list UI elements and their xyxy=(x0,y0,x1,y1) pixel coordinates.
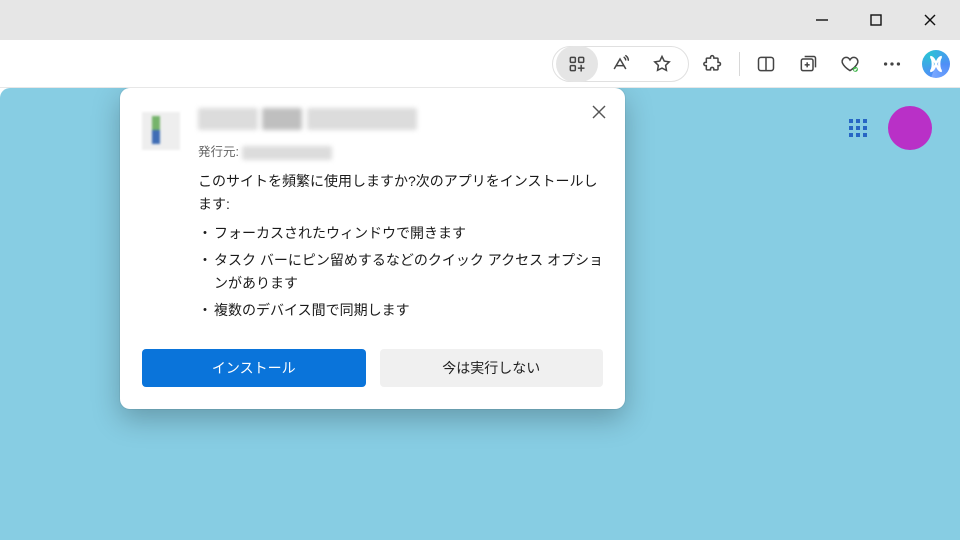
publisher-redacted xyxy=(242,146,332,160)
popup-bullet: フォーカスされたウィンドウで開きます xyxy=(198,222,603,245)
popup-body: このサイトを頻繁に使用しますか?次のアプリをインストールします: フォーカスされ… xyxy=(198,170,603,323)
split-screen-icon xyxy=(756,54,776,74)
user-avatar[interactable] xyxy=(888,106,932,150)
browser-toolbar xyxy=(0,40,960,88)
toolbar-right-group xyxy=(693,46,950,82)
popup-description: このサイトを頻繁に使用しますか?次のアプリをインストールします: xyxy=(198,170,603,216)
page-header-actions xyxy=(848,106,932,150)
close-icon xyxy=(923,13,937,27)
install-app-button[interactable] xyxy=(556,46,598,82)
popup-bullet-list: フォーカスされたウィンドウで開きます タスク バーにピン留めするなどのクイック … xyxy=(198,222,603,322)
heartbeat-icon xyxy=(840,54,860,74)
read-aloud-button[interactable] xyxy=(600,46,640,82)
window-maximize-button[interactable] xyxy=(854,4,898,36)
popup-actions: インストール 今は実行しない xyxy=(142,349,603,387)
star-icon xyxy=(652,54,672,74)
split-screen-button[interactable] xyxy=(746,46,786,82)
copilot-icon xyxy=(922,50,950,78)
install-app-popup: 発行元: このサイトを頻繁に使用しますか?次のアプリをインストールします: フォ… xyxy=(120,88,625,409)
window-titlebar xyxy=(0,0,960,40)
popup-header: 発行元: xyxy=(142,108,603,160)
collections-button[interactable] xyxy=(788,46,828,82)
apps-grid-icon[interactable] xyxy=(848,118,868,138)
app-name xyxy=(198,108,417,135)
more-icon xyxy=(881,53,903,75)
popup-bullet: タスク バーにピン留めするなどのクイック アクセス オプションがあります xyxy=(198,249,603,295)
install-button-label: インストール xyxy=(212,358,296,378)
collections-icon xyxy=(798,54,818,74)
install-button[interactable]: インストール xyxy=(142,349,366,387)
copilot-button[interactable] xyxy=(922,50,950,78)
favorite-button[interactable] xyxy=(642,46,682,82)
browser-essentials-button[interactable] xyxy=(830,46,870,82)
app-icon xyxy=(142,112,180,150)
window-minimize-button[interactable] xyxy=(800,4,844,36)
overflow-menu-button[interactable] xyxy=(872,46,912,82)
close-icon xyxy=(591,104,607,120)
window-close-button[interactable] xyxy=(908,4,952,36)
not-now-button[interactable]: 今は実行しない xyxy=(380,349,604,387)
page-content: 発行元: このサイトを頻繁に使用しますか?次のアプリをインストールします: フォ… xyxy=(0,88,960,540)
puzzle-icon xyxy=(703,54,723,74)
read-aloud-icon xyxy=(610,54,630,74)
maximize-icon xyxy=(869,13,883,27)
addressbar-actions xyxy=(552,46,689,82)
popup-close-button[interactable] xyxy=(585,98,613,126)
app-install-icon xyxy=(567,54,587,74)
toolbar-separator xyxy=(739,52,740,76)
publisher-prefix: 発行元: xyxy=(198,145,239,159)
not-now-button-label: 今は実行しない xyxy=(442,358,540,378)
extensions-button[interactable] xyxy=(693,46,733,82)
publisher-line: 発行元: xyxy=(198,141,417,160)
minimize-icon xyxy=(815,13,829,27)
popup-bullet: 複数のデバイス間で同期します xyxy=(198,299,603,322)
popup-title-block: 発行元: xyxy=(198,108,417,160)
